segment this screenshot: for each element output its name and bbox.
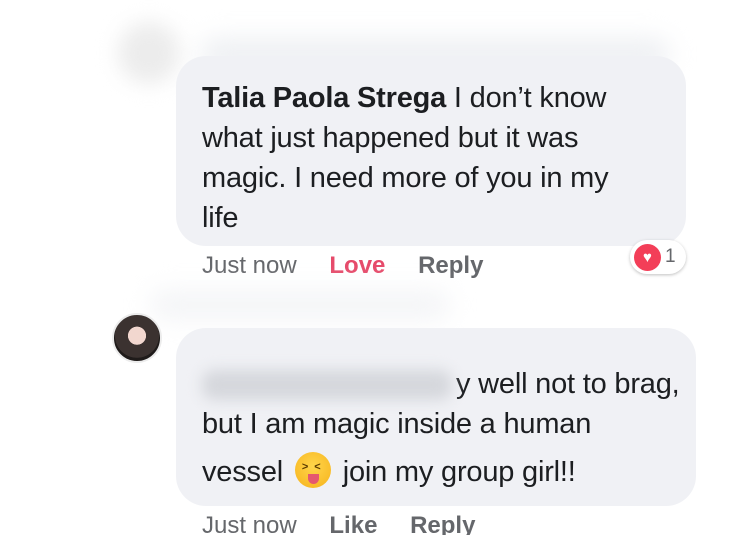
comment-text-segment: well not to brag,	[470, 368, 680, 400]
comment-text-segment: vessel	[202, 456, 291, 488]
comment-line: but I am magic inside a human	[202, 408, 592, 440]
comment-text-segment: join my group girl!!	[334, 456, 576, 488]
comment-author-fragment: y	[456, 368, 471, 400]
comment-line: magic. I need more of you in my	[202, 162, 609, 194]
comment-bubble: y well not to brag, but I am magic insid…	[176, 328, 696, 506]
comment-line: life	[202, 202, 239, 234]
love-button[interactable]: Love	[329, 252, 385, 279]
avatar[interactable]	[112, 313, 162, 363]
reply-button[interactable]: Reply	[418, 252, 483, 279]
reply-button[interactable]: Reply	[410, 512, 475, 535]
heart-icon: ♥	[634, 243, 661, 271]
comment-line: y well not to brag,	[176, 364, 680, 404]
like-button[interactable]: Like	[329, 512, 377, 535]
comment-actions: Just now Love Reply	[202, 252, 509, 280]
reaction-count-badge[interactable]: ♥ 1	[630, 240, 686, 274]
comment-line: vessel >< join my group girl!!	[202, 452, 672, 492]
comment-bubble: Talia Paola Strega I don’t know what jus…	[176, 56, 686, 246]
comment-author-name[interactable]: Talia Paola Strega	[202, 82, 446, 114]
comment-line: what just happened but it was	[202, 122, 579, 154]
blurred-region	[150, 290, 450, 320]
comment-text: Talia Paola Strega I don’t know what jus…	[202, 78, 662, 238]
reaction-count: 1	[665, 246, 676, 267]
blurred-author-name[interactable]	[202, 370, 452, 401]
blurred-avatar	[118, 22, 180, 84]
comments-thread: Talia Paola Strega I don’t know what jus…	[0, 0, 742, 535]
comment-line: Talia Paola Strega I don’t know	[202, 78, 662, 118]
comment-text-segment: I don’t know	[446, 82, 607, 114]
comment-actions: Just now Like Reply	[202, 512, 501, 535]
comment-timestamp[interactable]: Just now	[202, 512, 297, 535]
comment-timestamp[interactable]: Just now	[202, 252, 297, 279]
squinting-face-with-tongue-icon: ><	[294, 452, 331, 488]
comment-text: y well not to brag, but I am magic insid…	[202, 328, 680, 492]
